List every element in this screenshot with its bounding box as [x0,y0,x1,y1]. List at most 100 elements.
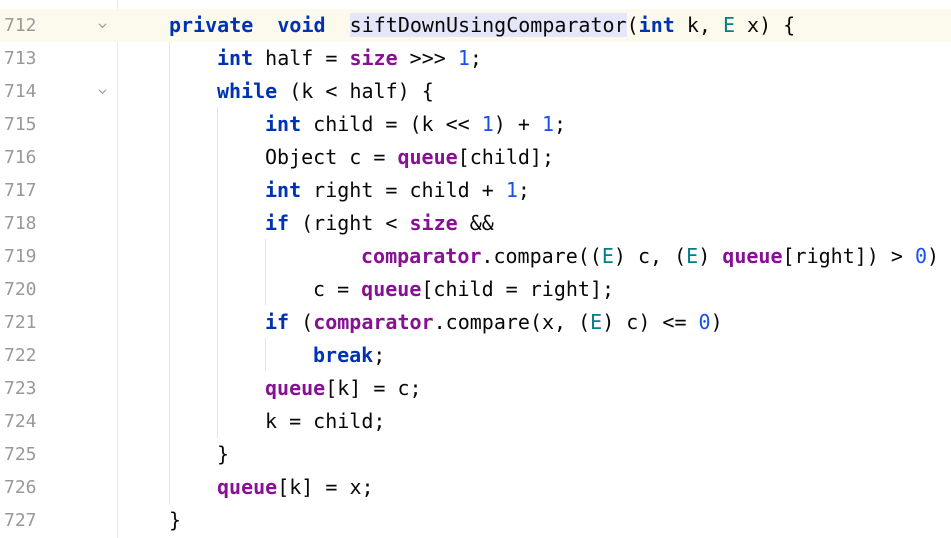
code-line[interactable]: 712 private void siftDownUsingComparator(… [0,9,951,42]
keyword-token: int [265,178,302,202]
line-number[interactable]: 713 [4,42,44,75]
line-number[interactable]: 725 [4,438,44,471]
code-token: c = [313,277,362,301]
line-number[interactable]: 716 [4,141,44,174]
chevron-down-icon[interactable] [98,87,107,96]
type-param-token: E [590,310,603,334]
type-param-token: E [686,244,699,268]
code-token: ) [927,244,940,268]
code-token: ) [698,244,723,268]
number-token: 0 [698,310,711,334]
code-line[interactable]: 715 int child = (k << 1) + 1; [0,108,951,141]
code-text: break; [313,339,385,372]
code-text: queue[k] = x; [217,471,374,504]
chevron-down-icon[interactable] [98,21,107,30]
code-token: right = child + [301,178,506,202]
field-token: queue [361,277,422,301]
code-line[interactable]: 727} [0,504,951,537]
code-token: k, [674,13,723,37]
number-token: 1 [457,46,470,70]
field-token: size [349,46,398,70]
line-number[interactable]: 721 [4,306,44,339]
code-token: ; [517,178,530,202]
code-token: .compare(x, ( [433,310,591,334]
code-line[interactable]: 716 Object c = queue[child]; [0,141,951,174]
line-number[interactable]: 719 [4,240,44,273]
keyword-token: void [277,13,326,37]
code-text: int child = (k << 1) + 1; [265,108,566,141]
code-line[interactable]: 718 if (right < size && [0,207,951,240]
code-line[interactable]: 721 if (comparator.compare(x, (E) c) <= 0… [0,306,951,339]
code-token: half = [253,46,350,70]
keyword-token: while [217,79,278,103]
code-line[interactable]: 726 queue[k] = x; [0,471,951,504]
keyword-token: private [169,13,254,37]
code-token: ; [373,343,386,367]
code-token: (right < [289,211,410,235]
keyword-token: if [265,310,290,334]
number-token: 1 [505,178,518,202]
code-text: if (right < size && [265,207,494,240]
code-line[interactable]: 725} [0,438,951,471]
field-token: queue [722,244,783,268]
code-text: k = child; [265,405,385,438]
code-token: k = child; [265,409,386,433]
number-token: 0 [914,244,927,268]
line-number[interactable]: 712 [4,9,44,42]
code-line[interactable]: 722 break; [0,339,951,372]
code-line[interactable]: 717 int right = child + 1; [0,174,951,207]
code-token: && [457,211,494,235]
code-token: } [217,442,230,466]
code-line[interactable]: 714 while (k < half) { [0,75,951,108]
code-token: >>> [397,46,458,70]
line-number[interactable]: 723 [4,372,44,405]
code-token: ; [554,112,567,136]
code-token: .compare(( [481,244,602,268]
code-text: queue[k] = c; [265,372,422,405]
code-editor[interactable]: 712 private void siftDownUsingComparator(… [0,0,951,538]
code-text: int half = size >>> 1; [217,42,482,75]
keyword-token: int [217,46,254,70]
number-token: 1 [541,112,555,136]
line-number[interactable]: 718 [4,207,44,240]
line-number[interactable]: 715 [4,108,44,141]
keyword-token: if [265,211,290,235]
field-token: size [409,211,458,235]
line-number[interactable]: 727 [4,504,44,537]
keyword-token: int [265,112,302,136]
code-text: private void siftDownUsingComparator(int… [169,9,795,42]
field-token: queue [217,475,278,499]
code-text: } [217,438,229,471]
line-number[interactable]: 714 [4,75,44,108]
code-token: } [169,508,182,532]
code-line[interactable]: 723 queue[k] = c; [0,372,951,405]
code-text: c = queue[child = right]; [313,273,614,306]
code-text: } [169,504,181,537]
code-token: x) { [735,13,796,37]
line-number[interactable]: 726 [4,471,44,504]
code-line[interactable]: 720 c = queue[child = right]; [0,273,951,306]
field-token: queue [265,376,326,400]
line-number[interactable]: 717 [4,174,44,207]
code-token: ( [626,13,639,37]
code-text: while (k < half) { [217,75,434,108]
line-number[interactable]: 720 [4,273,44,306]
type-param-token: E [601,244,614,268]
number-token: 1 [481,112,494,136]
code-line[interactable]: 724 k = child; [0,405,951,438]
code-token: [child]; [457,145,554,169]
field-token: comparator [313,310,434,334]
code-text: Object c = queue[child]; [265,141,554,174]
code-token: [right]) > [782,244,915,268]
field-token: comparator [361,244,482,268]
code-token: ) + [493,112,542,136]
code-text: if (comparator.compare(x, (E) c) <= 0) [265,306,723,339]
code-token: ( [289,310,314,334]
code-line[interactable]: 719 comparator.compare((E) c, (E) queue[r… [0,240,951,273]
code-token: [k] = x; [277,475,374,499]
line-number[interactable]: 722 [4,339,44,372]
code-token: ; [469,46,482,70]
line-number[interactable]: 724 [4,405,44,438]
code-line[interactable]: 713 int half = size >>> 1; [0,42,951,75]
